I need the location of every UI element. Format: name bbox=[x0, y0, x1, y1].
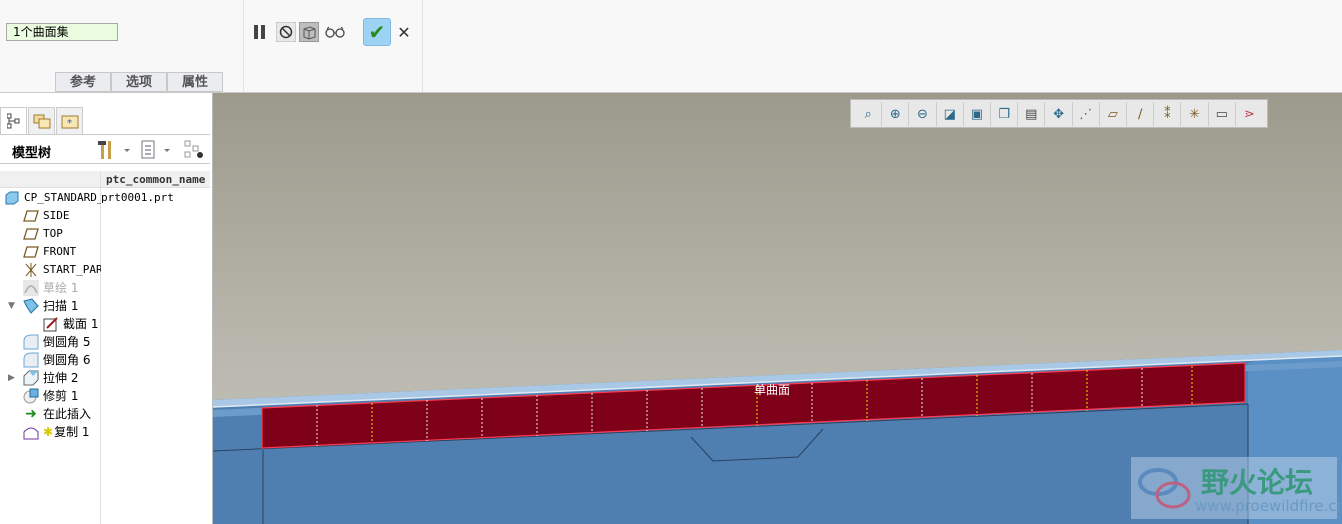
zoom-in-icon[interactable]: ⊕ bbox=[882, 102, 910, 126]
tree-filter-icon[interactable] bbox=[184, 140, 206, 163]
divider bbox=[243, 0, 244, 92]
tree-item-root[interactable]: CP_STANDARD_Fprt0001.prt bbox=[4, 189, 174, 207]
tab-properties[interactable]: 属性 bbox=[167, 72, 223, 92]
sweep-icon bbox=[23, 298, 39, 314]
appearance-icon[interactable]: ⋗ bbox=[1236, 102, 1263, 126]
watermark-logo: 野火论坛 www.proewildfire.cn bbox=[1131, 457, 1342, 519]
pause-icon[interactable] bbox=[253, 22, 267, 42]
axis-display-icon[interactable]: ∕ bbox=[1127, 102, 1155, 126]
surface-set-collector[interactable]: 1个曲面集 bbox=[6, 23, 118, 41]
view-toolbar: ⌕ ⊕ ⊖ ◪ ▣ ❐ ▤ ✥ ⋰ ▱ ∕ ⁑ ✳ ▭ ⋗ bbox=[850, 99, 1268, 128]
tree-item[interactable]: SIDE bbox=[23, 207, 70, 225]
no-preview-icon[interactable] bbox=[276, 22, 296, 42]
tab-options[interactable]: 选项 bbox=[111, 72, 167, 92]
csys-display-icon[interactable]: ✳ bbox=[1181, 102, 1209, 126]
tree-item-insert-here[interactable]: ➜ 在此插入 bbox=[23, 405, 91, 423]
divider bbox=[422, 0, 423, 92]
copy-icon bbox=[23, 424, 39, 440]
watermark-title: 野火论坛 bbox=[1201, 466, 1314, 499]
tree-item[interactable]: FRONT bbox=[23, 243, 76, 261]
expand-arrow-icon[interactable]: ▶ bbox=[8, 369, 23, 387]
round-icon bbox=[23, 352, 39, 368]
column-divider bbox=[100, 171, 101, 524]
favorites-icon[interactable]: * bbox=[56, 107, 83, 135]
trim-icon bbox=[23, 388, 39, 404]
show-options-icon[interactable] bbox=[140, 140, 174, 163]
settings-tools-icon[interactable] bbox=[96, 140, 130, 163]
display-style-icon[interactable]: ▣ bbox=[964, 102, 992, 126]
tab-references[interactable]: 参考 bbox=[55, 72, 111, 92]
tree-item[interactable]: 草绘 1 bbox=[23, 279, 78, 297]
tree-item[interactable]: ▼ 扫描 1 bbox=[8, 297, 78, 315]
refit-icon[interactable]: ⌕ bbox=[855, 102, 883, 126]
svg-text:*: * bbox=[67, 118, 72, 129]
extrude-icon bbox=[23, 370, 39, 386]
tree-item[interactable]: 倒圆角 5 bbox=[23, 333, 90, 351]
verify-icon[interactable] bbox=[324, 22, 346, 42]
plane-display-icon[interactable]: ▱ bbox=[1100, 102, 1128, 126]
ribbon: 1个曲面集 参考 选项 属性 ✔ ✕ bbox=[0, 0, 1342, 93]
point-display-icon[interactable]: ⁑ bbox=[1154, 102, 1182, 126]
part-icon bbox=[4, 190, 20, 206]
tree-item[interactable]: ▶ 拉伸 2 bbox=[8, 369, 78, 387]
datum-plane-icon bbox=[23, 226, 39, 242]
csys-icon bbox=[23, 262, 39, 278]
round-icon bbox=[23, 334, 39, 350]
column-header[interactable]: ptc_common_name bbox=[106, 173, 210, 186]
cancel-button[interactable]: ✕ bbox=[396, 22, 412, 42]
collapse-arrow-icon[interactable]: ▼ bbox=[8, 297, 23, 315]
section-icon bbox=[43, 316, 59, 332]
watermark-url: www.proewildfire.cn bbox=[1195, 497, 1342, 515]
tree-item[interactable]: 倒圆角 6 bbox=[23, 351, 90, 369]
ok-button[interactable]: ✔ bbox=[363, 18, 391, 46]
view-manager-icon[interactable]: ▤ bbox=[1018, 102, 1046, 126]
spin-center-icon[interactable]: ✥ bbox=[1045, 102, 1073, 126]
surface-label: 单曲面 bbox=[754, 383, 791, 397]
tree-item[interactable]: TOP bbox=[23, 225, 63, 243]
zoom-out-icon[interactable]: ⊖ bbox=[909, 102, 937, 126]
tree-item[interactable]: 修剪 1 bbox=[23, 387, 78, 405]
tree-item[interactable]: START_PART bbox=[23, 261, 101, 279]
dashboard-tabs: 参考 选项 属性 bbox=[55, 72, 223, 92]
datum-plane-icon bbox=[23, 244, 39, 260]
preview-icon[interactable] bbox=[299, 22, 319, 42]
tree-item[interactable]: 截面 1 bbox=[43, 315, 98, 333]
model-tree-title: 模型树 bbox=[12, 146, 52, 161]
model-tree-icon[interactable] bbox=[0, 107, 27, 135]
saved-views-icon[interactable]: ❐ bbox=[991, 102, 1019, 126]
sketch-icon bbox=[23, 280, 39, 296]
annotation-display-icon[interactable]: ▭ bbox=[1209, 102, 1236, 126]
folder-browser-icon[interactable] bbox=[28, 107, 55, 135]
insert-here-icon: ➜ bbox=[25, 406, 37, 422]
datum-display-icon[interactable]: ⋰ bbox=[1073, 102, 1100, 126]
tree-item[interactable]: ✱ 复制 1 bbox=[23, 423, 90, 441]
datum-plane-icon bbox=[23, 208, 39, 224]
repaint-icon[interactable]: ◪ bbox=[937, 102, 964, 126]
model-tree-panel: * 模型树 ptc_common_name CP_STANDARD_Fprt00… bbox=[0, 93, 213, 524]
